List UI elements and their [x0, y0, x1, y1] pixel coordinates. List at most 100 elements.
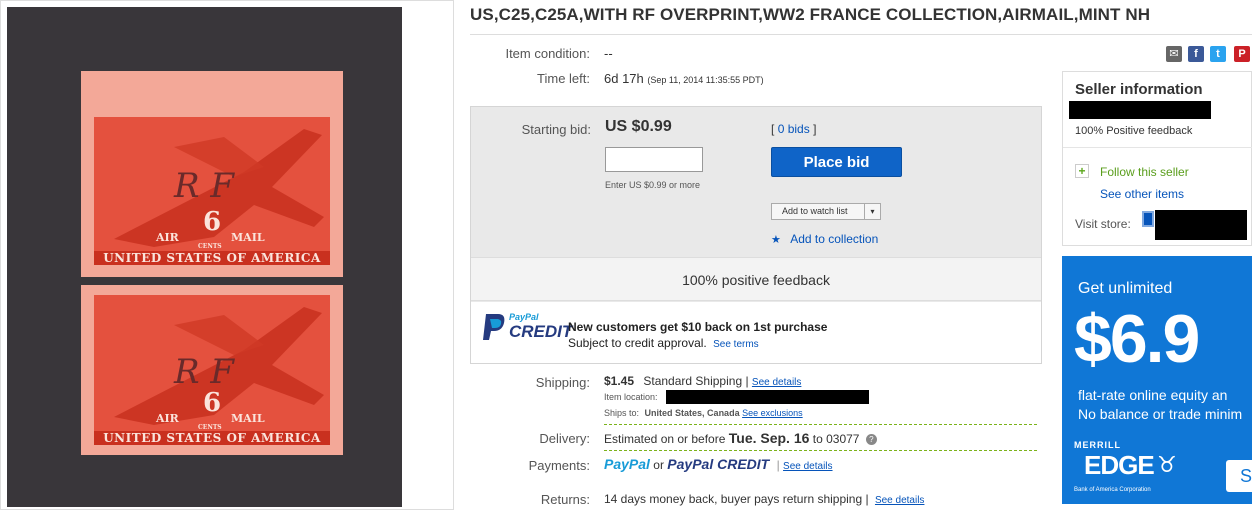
bid-box: Starting bid: US $0.99 [ 0 bids ] Enter …: [470, 106, 1042, 364]
seller-feedback: 100% Positive feedback: [1075, 125, 1193, 137]
item-title: US,C25,C25A,WITH RF OVERPRINT,WW2 FRANCE…: [470, 5, 1151, 24]
follow-seller-link[interactable]: Follow this seller: [1100, 165, 1189, 179]
ad-brand: EDGE: [1084, 450, 1155, 480]
shipping-method: Standard Shipping |: [643, 374, 749, 388]
redacted-seller-name: [1069, 101, 1211, 119]
redacted-store-name: [1155, 210, 1247, 240]
add-to-collection[interactable]: ★ Add to collection: [771, 232, 878, 246]
credit-headline: New customers get $10 back on 1st purcha…: [568, 320, 828, 334]
bid-count-bracket: ]: [813, 122, 817, 136]
condition-value: --: [604, 46, 613, 61]
stamp-value: 6: [203, 207, 222, 237]
stamp-air: AIR: [156, 412, 179, 425]
divider: [1063, 147, 1252, 148]
stamp-cents: CENTS: [198, 243, 222, 250]
bull-logo-icon: ♉: [1157, 452, 1177, 477]
advertisement[interactable]: Get unlimited $6.9 flat-rate online equi…: [1062, 256, 1252, 504]
delivery-label: Delivery:: [539, 431, 590, 446]
time-left-detail: (Sep 11, 2014 11:35:55 PDT): [647, 75, 764, 85]
item-image-frame[interactable]: R F AIR 6 MAIL CENTS UNITED STATES OF AM…: [0, 0, 454, 510]
bid-count-link[interactable]: 0 bids: [778, 122, 810, 136]
facebook-icon[interactable]: f: [1188, 46, 1204, 62]
paypal-p-icon: [481, 312, 507, 342]
help-icon[interactable]: ?: [865, 434, 877, 446]
stamp-value: 6: [203, 388, 222, 418]
delivery-prefix: Estimated on or before: [604, 432, 726, 446]
payments-details-link[interactable]: See details: [783, 461, 832, 472]
bid-count: [ 0 bids ]: [771, 122, 816, 136]
credit-sub-text: Subject to credit approval.: [568, 336, 707, 350]
see-other-items-link[interactable]: See other items: [1100, 187, 1184, 201]
payments-or: or: [653, 458, 664, 472]
ships-to-value: United States, Canada: [644, 408, 740, 418]
payments-sep: |: [776, 458, 780, 472]
delivery-date: Tue. Sep. 16: [728, 430, 810, 446]
starting-bid-price: US $0.99: [605, 118, 672, 135]
shipping-details-link[interactable]: See details: [752, 377, 801, 388]
seller-heading: Seller information: [1075, 81, 1203, 98]
ad-cta-button[interactable]: S: [1226, 460, 1252, 492]
returns-value: 14 days money back, buyer pays return sh…: [604, 492, 924, 506]
star-icon: ★: [771, 234, 781, 246]
ships-to: Ships to: United States, Canada See excl…: [604, 408, 803, 418]
feedback-strip: 100% positive feedback: [471, 257, 1041, 301]
ships-to-label: Ships to:: [604, 408, 640, 418]
stamp-air: AIR: [156, 231, 179, 244]
credit-wordmark: CREDIT: [509, 322, 573, 341]
bid-count-bracket: [: [771, 122, 775, 136]
bid-amount-input[interactable]: [605, 147, 703, 172]
stamp-cents: CENTS: [198, 424, 222, 431]
condition-label: Item condition:: [505, 46, 590, 61]
stamp-mail: MAIL: [231, 231, 265, 244]
chevron-down-icon[interactable]: ▾: [864, 204, 880, 219]
stamp-overprint: R F: [173, 352, 235, 392]
plus-icon[interactable]: +: [1075, 164, 1089, 178]
divider: [604, 424, 1037, 425]
paypal-credit-banner[interactable]: PayPal CREDIT New customers get $10 back…: [471, 302, 1041, 363]
pinterest-icon[interactable]: P: [1234, 46, 1250, 62]
item-location-label: Item location:: [604, 392, 658, 402]
shipping-value: $1.45 Standard Shipping | See details: [604, 374, 801, 388]
shipping-price: $1.45: [604, 374, 635, 388]
email-share-icon[interactable]: ✉: [1166, 46, 1182, 62]
bid-input-hint: Enter US $0.99 or more: [605, 180, 701, 190]
starting-bid-label: Starting bid:: [521, 122, 591, 137]
paypal-credit-logo: PayPal CREDIT: [667, 456, 770, 472]
payments-label: Payments:: [528, 458, 590, 473]
item-image: R F AIR 6 MAIL CENTS UNITED STATES OF AM…: [7, 7, 402, 507]
payments-value: PayPal or PayPal CREDIT | See details: [604, 456, 833, 472]
stamp-mail: MAIL: [231, 412, 265, 425]
stamp-bottom: R F AIR 6 MAIL CENTS UNITED STATES OF AM…: [81, 285, 343, 455]
returns-details-link[interactable]: See details: [875, 495, 924, 506]
title-divider: [470, 34, 1252, 35]
redacted-location: [666, 390, 869, 404]
ad-brand-sub: Bank of America Corporation: [1074, 487, 1151, 493]
see-terms-link[interactable]: See terms: [713, 339, 759, 350]
listing-page: R F AIR 6 MAIL CENTS UNITED STATES OF AM…: [0, 0, 1252, 513]
ad-price: $6.9: [1074, 301, 1200, 377]
time-left-label: Time left:: [537, 71, 590, 86]
stamp-band: UNITED STATES OF AMERICA: [94, 431, 330, 445]
stamp-band: UNITED STATES OF AMERICA: [94, 251, 330, 265]
delivery-value: Estimated on or before Tue. Sep. 16 to 0…: [604, 430, 877, 446]
ad-brand-top: MERRILL: [1074, 440, 1121, 450]
add-to-collection-link[interactable]: Add to collection: [790, 232, 878, 246]
seller-info-box: Seller information 100% Positive feedbac…: [1062, 71, 1252, 246]
delivery-zip: to 03077: [812, 432, 860, 446]
shipping-label: Shipping:: [535, 375, 590, 390]
returns-label: Returns:: [540, 492, 590, 507]
twitter-icon[interactable]: t: [1210, 46, 1226, 62]
stamp-overprint: R F: [173, 166, 235, 206]
returns-text: 14 days money back, buyer pays return sh…: [604, 492, 869, 506]
visit-store-label: Visit store:: [1075, 217, 1131, 231]
store-icon[interactable]: [1142, 211, 1154, 227]
see-exclusions-link[interactable]: See exclusions: [742, 408, 803, 418]
airplane-icon: R F: [114, 307, 324, 425]
paypal-wordmark: PayPal: [509, 312, 539, 322]
add-to-watch-list-button[interactable]: Add to watch list ▾: [771, 203, 881, 220]
time-left: 6d 17h: [604, 71, 644, 86]
place-bid-button[interactable]: Place bid: [771, 147, 902, 177]
watch-list-label: Add to watch list: [782, 206, 848, 216]
ad-line1: Get unlimited: [1078, 280, 1173, 297]
stamp-top: R F AIR 6 MAIL CENTS UNITED STATES OF AM…: [81, 71, 343, 277]
